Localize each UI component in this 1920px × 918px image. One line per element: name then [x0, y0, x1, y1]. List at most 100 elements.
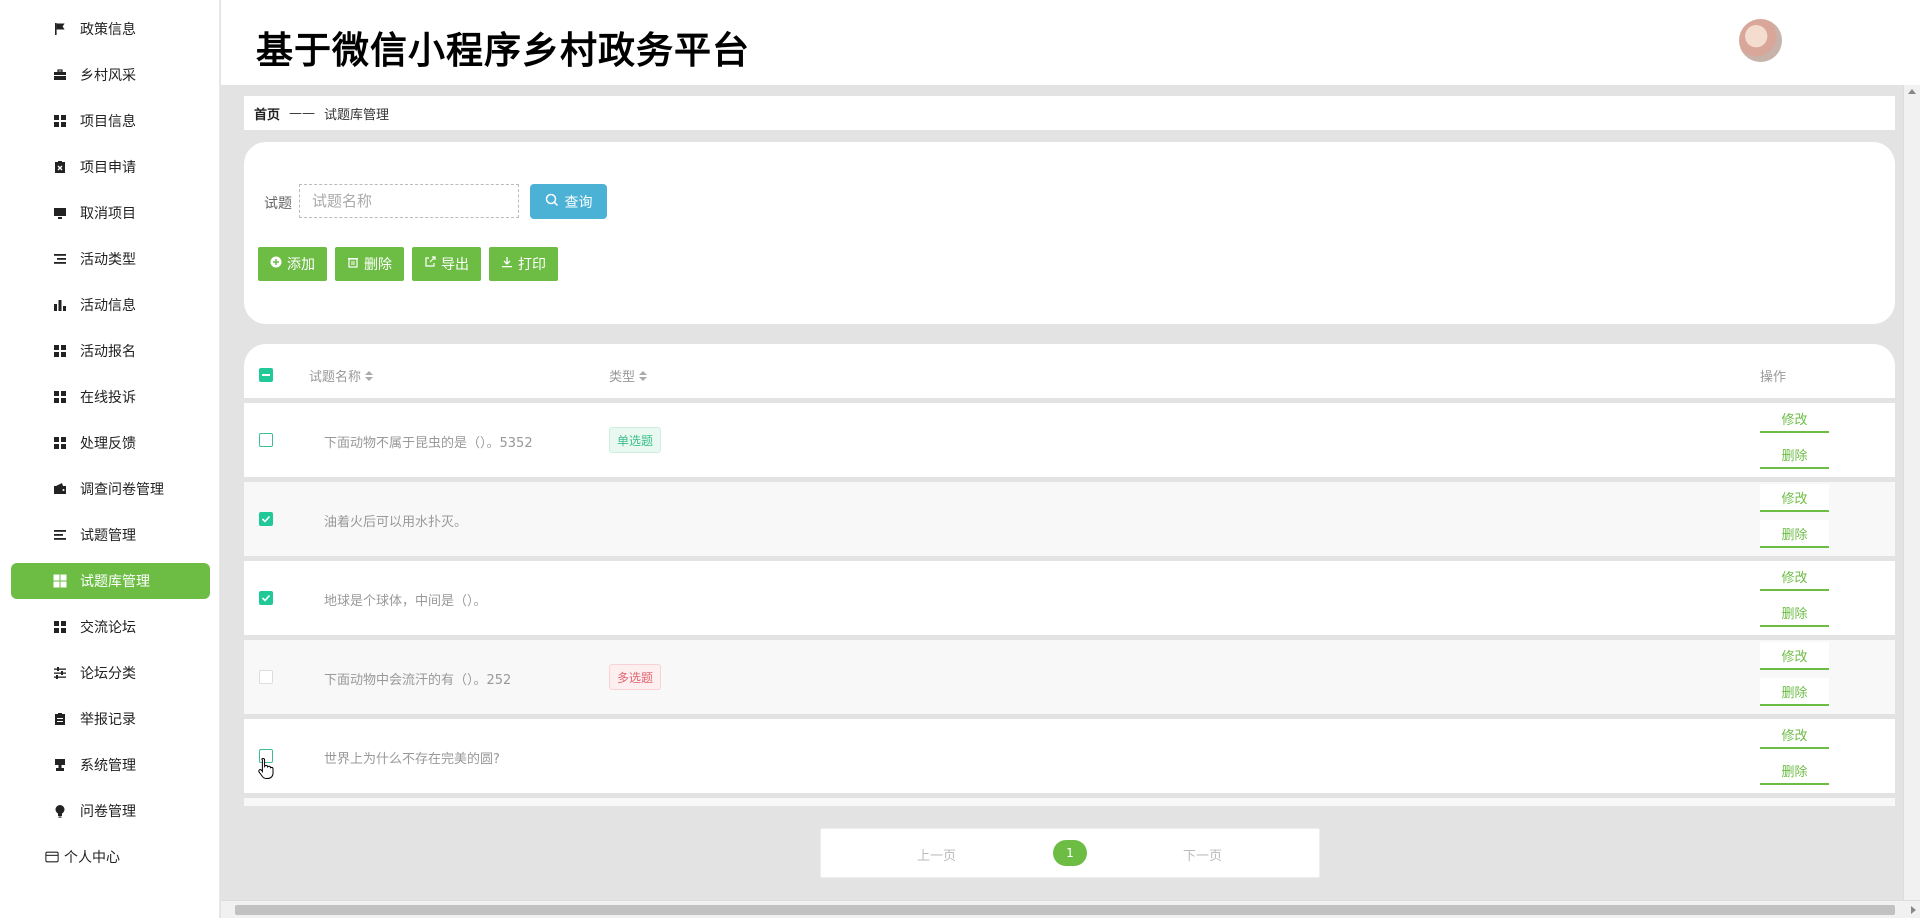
add-button[interactable]: 添加: [258, 247, 327, 281]
edit-button[interactable]: 修改: [1760, 563, 1829, 591]
sidebar-item-policy-info[interactable]: 政策信息: [11, 11, 210, 47]
table-row: [244, 798, 1895, 806]
sidebar-item-activity-type[interactable]: 活动类型: [11, 241, 210, 277]
breadcrumb-current: 试题库管理: [324, 107, 390, 123]
type-badge: 多选题: [609, 664, 662, 690]
sidebar-item-forum-category[interactable]: 论坛分类: [11, 655, 210, 691]
sidebar-item-label: 处理反馈: [80, 436, 136, 452]
sort-icon[interactable]: [639, 370, 648, 381]
table-row: 油着火后可以用水扑灭。 修改 删除: [244, 482, 1895, 556]
sidebar-item-system-manage[interactable]: 系统管理: [11, 747, 210, 783]
trash-icon: [347, 256, 359, 272]
print-button-label: 打印: [518, 257, 546, 273]
search-label: 试题: [264, 196, 292, 212]
sidebar-item-label: 活动类型: [80, 252, 136, 268]
sidebar-item-label: 项目申请: [80, 160, 136, 176]
sort-icon[interactable]: [365, 370, 374, 381]
sidebar-item-label: 试题库管理: [80, 574, 150, 590]
column-header-type[interactable]: 类型: [609, 366, 648, 385]
scroll-right-arrow-icon[interactable]: [1911, 906, 1916, 914]
query-button-label: 查询: [564, 194, 593, 211]
sidebar-item-project-info[interactable]: 项目信息: [11, 103, 210, 139]
monitor-icon: [53, 206, 67, 220]
hand-cursor-icon: [258, 757, 274, 783]
export-button-label: 导出: [441, 257, 469, 273]
row-checkbox[interactable]: [259, 670, 273, 684]
horizontal-scrollbar[interactable]: [221, 900, 1920, 918]
sidebar-item-project-apply[interactable]: 项目申请: [11, 149, 210, 185]
question-name: 油着火后可以用水扑灭。: [324, 515, 468, 530]
table-row: 地球是个球体，中间是（）。 修改 删除: [244, 561, 1895, 635]
breadcrumb-separator: ——: [289, 105, 316, 121]
plus-circle-icon: [270, 256, 282, 272]
vertical-scrollbar[interactable]: [1903, 85, 1920, 900]
select-all-checkbox[interactable]: [259, 368, 273, 382]
sidebar-item-label: 系统管理: [80, 758, 136, 774]
list-icon: [53, 528, 67, 542]
row-checkbox[interactable]: [259, 591, 273, 605]
next-page-button[interactable]: 下一页: [1183, 845, 1222, 864]
sidebar-item-label: 问卷管理: [80, 804, 136, 820]
delete-button[interactable]: 删除: [1760, 678, 1829, 706]
flag-icon: [53, 22, 67, 36]
column-header-type-label: 类型: [609, 370, 636, 385]
sidebar-item-label: 取消项目: [80, 206, 136, 222]
batch-delete-button[interactable]: 删除: [335, 247, 404, 281]
breadcrumb-home[interactable]: 首页: [254, 104, 280, 123]
wallet-icon: [53, 482, 67, 496]
sidebar-item-village-style[interactable]: 乡村风采: [11, 57, 210, 93]
grid-icon: [53, 344, 67, 358]
breadcrumb: 首页 —— 试题库管理: [244, 96, 1895, 130]
bar-chart-icon: [53, 298, 67, 312]
edit-button[interactable]: 修改: [1760, 484, 1829, 512]
sidebar-item-label: 调查问卷管理: [80, 482, 164, 498]
sidebar-item-label: 论坛分类: [80, 666, 136, 682]
edit-button[interactable]: 修改: [1760, 405, 1829, 433]
edit-button[interactable]: 修改: [1760, 721, 1829, 749]
print-button[interactable]: 打印: [489, 247, 558, 281]
sidebar-item-label: 活动报名: [80, 344, 136, 360]
sidebar-item-activity-info[interactable]: 活动信息: [11, 287, 210, 323]
sidebar-item-activity-signup[interactable]: 活动报名: [11, 333, 210, 369]
search-input[interactable]: [299, 184, 519, 218]
sidebar-item-report-record[interactable]: 举报记录: [11, 701, 210, 737]
sidebar-item-question-manage[interactable]: 试题管理: [11, 517, 210, 553]
question-name: 下面动物不属于昆虫的是（）。5352: [324, 436, 533, 451]
row-checkbox[interactable]: [259, 433, 273, 447]
delete-button[interactable]: 删除: [1760, 441, 1829, 469]
avatar[interactable]: [1739, 19, 1782, 62]
bulb-icon: [53, 804, 67, 818]
search-panel: 试题 查询 添加 删除 导出 打印: [244, 142, 1895, 324]
sidebar-item-cancel-project[interactable]: 取消项目: [11, 195, 210, 231]
delete-button[interactable]: 删除: [1760, 757, 1829, 785]
scrollbar-thumb[interactable]: [235, 905, 1895, 915]
grid-icon: [53, 436, 67, 450]
edit-button[interactable]: 修改: [1760, 642, 1829, 670]
sidebar-item-label: 试题管理: [80, 528, 136, 544]
type-badge: 单选题: [609, 427, 662, 453]
scroll-up-arrow-icon[interactable]: [1908, 89, 1916, 94]
sidebar-item-personal-center[interactable]: 个人中心: [11, 839, 210, 875]
export-button[interactable]: 导出: [412, 247, 481, 281]
sidebar-item-label: 举报记录: [80, 712, 136, 728]
delete-button[interactable]: 删除: [1760, 599, 1829, 627]
grid-icon: [53, 114, 67, 128]
delete-button[interactable]: 删除: [1760, 520, 1829, 548]
sidebar-item-online-complaint[interactable]: 在线投诉: [11, 379, 210, 415]
sidebar-item-forum[interactable]: 交流论坛: [11, 609, 210, 645]
sidebar-item-label: 政策信息: [80, 22, 136, 38]
page-number-button[interactable]: 1: [1053, 840, 1087, 866]
query-button[interactable]: 查询: [530, 184, 607, 219]
clipboard-x-icon: [53, 160, 67, 174]
sidebar-item-questionnaire[interactable]: 问卷管理: [11, 793, 210, 829]
column-header-name[interactable]: 试题名称: [309, 366, 374, 385]
sidebar-item-feedback[interactable]: 处理反馈: [11, 425, 210, 461]
row-checkbox[interactable]: [259, 512, 273, 526]
prev-page-button[interactable]: 上一页: [917, 845, 956, 864]
sidebar-item-question-bank[interactable]: 试题库管理: [11, 563, 210, 599]
sidebar-item-survey-manage[interactable]: 调查问卷管理: [11, 471, 210, 507]
grid-icon: [53, 620, 67, 634]
sliders-icon: [53, 666, 67, 680]
top-header: 基于微信小程序乡村政务平台: [221, 0, 1920, 85]
column-header-operation: 操作: [1760, 370, 1787, 385]
